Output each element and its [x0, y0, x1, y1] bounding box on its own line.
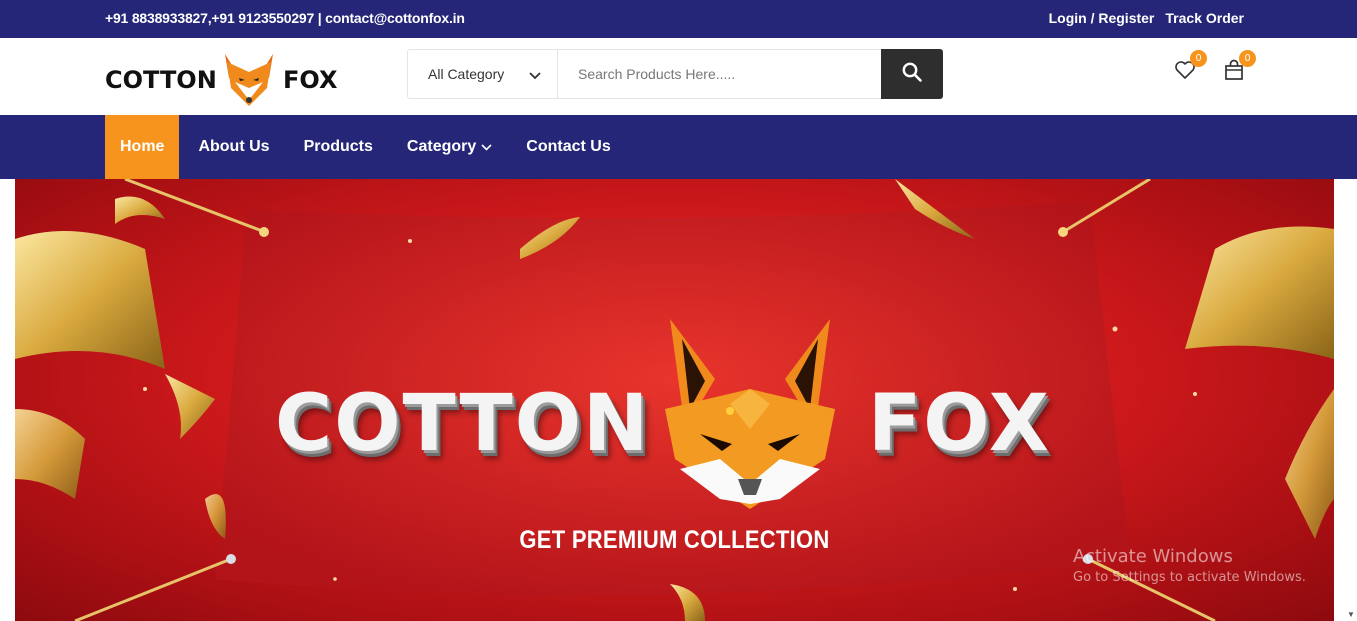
svg-text:FOX: FOX	[283, 66, 337, 94]
banner-brand-right: FOX	[868, 379, 1051, 469]
cart-count-badge: 0	[1239, 50, 1256, 67]
category-select[interactable]: All Category	[408, 50, 558, 98]
cart-button[interactable]: 0	[1222, 50, 1256, 86]
nav-item-home[interactable]: Home	[105, 115, 180, 179]
search-input[interactable]	[558, 50, 881, 98]
heart-icon	[1173, 61, 1197, 86]
nav-item-products[interactable]: Products	[287, 115, 390, 179]
watermark-subtitle: Go to Settings to activate Windows.	[1073, 570, 1306, 585]
svg-text:COTTON: COTTON	[105, 66, 217, 94]
search-button[interactable]	[881, 49, 943, 99]
nav-item-about[interactable]: About Us	[179, 115, 286, 179]
shopping-bag-icon	[1222, 59, 1246, 86]
chevron-down-icon	[481, 138, 492, 156]
banner-brand-left: COTTON	[275, 379, 651, 469]
contact-info: +91 8838933827,+91 9123550297 | contact@…	[105, 10, 465, 26]
main-nav: Home About Us Products Category Contact …	[0, 115, 1357, 179]
category-select-label: All Category	[428, 66, 505, 82]
header: COTTON FOX All Category Search Products …	[0, 38, 1357, 115]
wishlist-button[interactable]: 0	[1173, 50, 1207, 86]
track-order-link[interactable]: Track Order	[1165, 10, 1244, 26]
nav-item-category-label: Category	[406, 138, 477, 155]
site-logo[interactable]: COTTON FOX	[105, 46, 338, 108]
wishlist-count-badge: 0	[1190, 50, 1207, 67]
login-register-link[interactable]: Login / Register	[1049, 10, 1155, 26]
nav-item-category[interactable]: Category	[390, 115, 509, 179]
search-bar: All Category	[407, 49, 943, 99]
nav-item-contact[interactable]: Contact Us	[509, 115, 627, 179]
activate-windows-watermark: Activate Windows Go to Settings to activ…	[1073, 546, 1306, 585]
scroll-down-arrow-icon[interactable]: ▼	[1345, 610, 1357, 621]
search-icon	[902, 62, 922, 87]
top-bar: +91 8838933827,+91 9123550297 | contact@…	[0, 0, 1357, 38]
watermark-title: Activate Windows	[1073, 546, 1233, 567]
top-links: Login / Register Track Order	[1049, 10, 1244, 26]
chevron-down-icon	[529, 67, 541, 83]
